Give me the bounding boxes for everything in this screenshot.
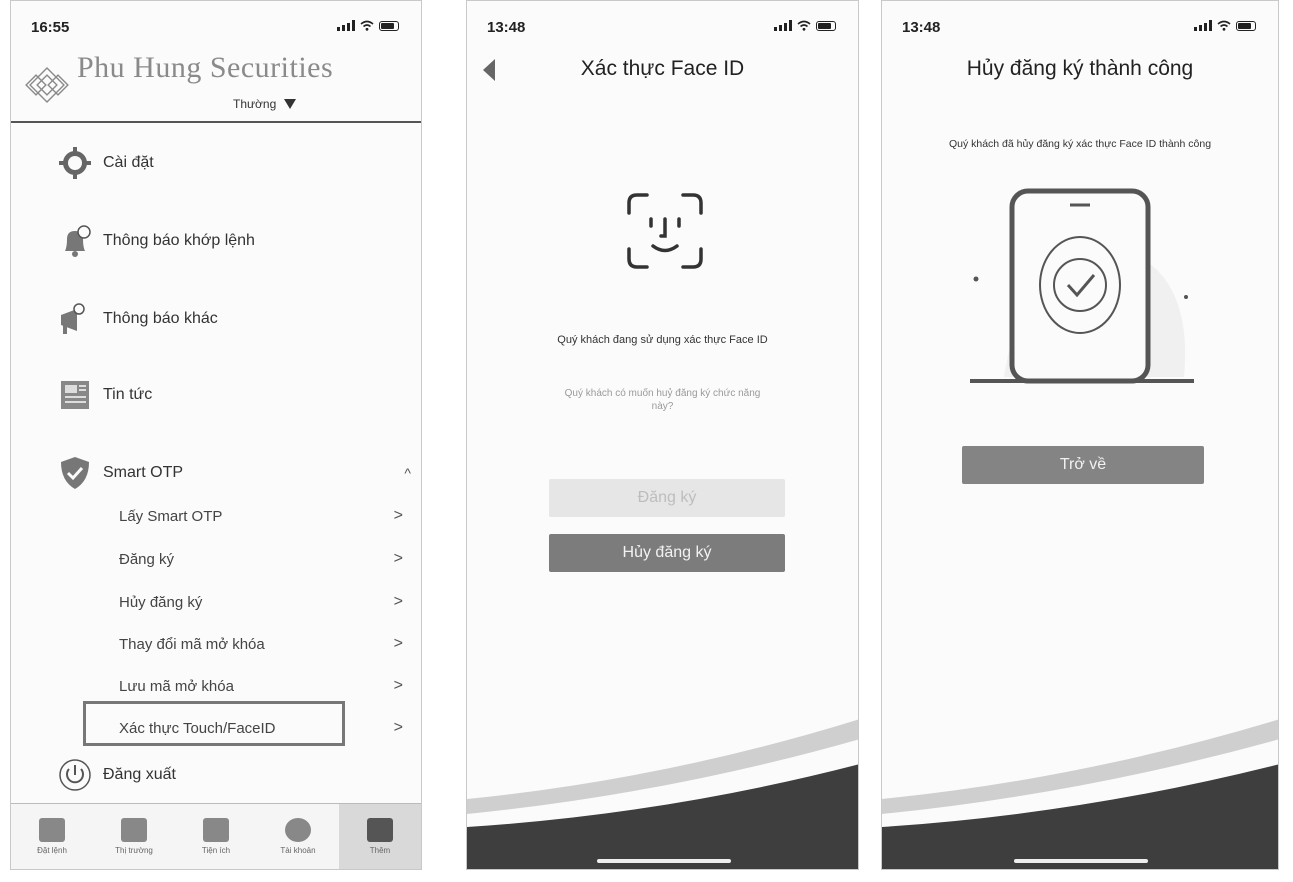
- order-icon: [39, 818, 65, 842]
- chevron-right-icon: >: [393, 593, 403, 610]
- tab-order[interactable]: Đặt lệnh: [11, 804, 93, 869]
- tab-label: Đặt lệnh: [37, 846, 67, 855]
- submenu-label: Đăng ký: [119, 550, 175, 568]
- faceid-screen: 13:48 Xác thực Face ID Quý khách đang sử…: [466, 0, 859, 870]
- bottom-tab-bar: Đặt lệnh Thị trường Tiện ích Tài khoản T…: [11, 803, 421, 869]
- wifi-icon: [360, 20, 374, 31]
- register-button[interactable]: Đăng ký: [549, 479, 785, 517]
- menu-item-label: Thông báo khớp lệnh: [103, 232, 255, 249]
- submenu-label: Lấy Smart OTP: [119, 507, 223, 525]
- chevron-right-icon: >: [393, 507, 403, 524]
- status-indicators: [337, 20, 399, 31]
- status-time: 13:48: [487, 19, 526, 36]
- logout-label: Đăng xuất: [103, 766, 176, 783]
- bell-icon: [55, 221, 95, 261]
- status-bar: 13:48: [882, 1, 1278, 39]
- logout-button[interactable]: Đăng xuất: [55, 753, 176, 797]
- shield-check-icon: [55, 453, 95, 493]
- signal-icon: [1194, 20, 1212, 31]
- menu-item-smart-otp[interactable]: Smart OTP ^: [55, 451, 411, 495]
- status-bar: 16:55: [11, 1, 421, 39]
- menu-item-news[interactable]: Tin tức: [55, 373, 152, 417]
- success-message: Quý khách đã hủy đăng ký xác thực Face I…: [948, 138, 1212, 150]
- submenu-item-get-otp[interactable]: Lấy Smart OTP >: [119, 501, 411, 531]
- market-icon: [121, 818, 147, 842]
- submenu-label: Lưu mã mở khóa: [119, 677, 234, 695]
- submenu-item-change-unlock-code[interactable]: Thay đổi mã mở khóa >: [119, 629, 411, 659]
- phone-check-illustration-icon: [970, 188, 1194, 384]
- account-level-selector[interactable]: Thường: [233, 97, 297, 111]
- logo-icon: [25, 67, 69, 103]
- signal-icon: [337, 20, 355, 31]
- battery-icon: [816, 21, 836, 31]
- tab-utilities[interactable]: Tiện ích: [175, 804, 257, 869]
- wifi-icon: [797, 20, 811, 31]
- page-title: Xác thực Face ID: [580, 57, 745, 80]
- tab-account[interactable]: Tài khoản: [257, 804, 339, 869]
- chevron-right-icon: >: [393, 550, 403, 567]
- submenu-item-unregister[interactable]: Hủy đăng ký >: [119, 587, 411, 617]
- status-time: 13:48: [902, 19, 941, 36]
- highlight-box: [83, 701, 345, 746]
- menu-item-label: Thông báo khác: [103, 310, 218, 327]
- menu-item-order-notifications[interactable]: Thông báo khớp lệnh: [55, 219, 255, 263]
- power-icon: [55, 755, 95, 795]
- decorative-wave: [467, 719, 858, 869]
- collapse-chevron-icon[interactable]: ^: [404, 465, 411, 481]
- status-indicators: [1194, 20, 1256, 31]
- submenu-label: Thay đổi mã mở khóa: [119, 635, 265, 653]
- decorative-wave: [882, 719, 1278, 869]
- menu-screen: 16:55 Phu Hung Securities Thường Cài đặt: [10, 0, 422, 870]
- chevron-right-icon: >: [393, 719, 403, 736]
- dropdown-triangle-icon: [284, 99, 297, 109]
- faceid-icon: [627, 193, 703, 269]
- menu-item-label: Tin tức: [103, 386, 153, 403]
- status-time: 16:55: [31, 19, 70, 36]
- status-indicators: [774, 20, 836, 31]
- more-icon: [367, 818, 393, 842]
- chevron-right-icon: >: [393, 677, 403, 694]
- account-level-label: Thường: [233, 97, 277, 111]
- status-bar: 13:48: [467, 1, 858, 39]
- tab-more[interactable]: Thêm: [339, 804, 421, 869]
- tab-label: Tiện ích: [201, 846, 231, 855]
- submenu-item-save-unlock-code[interactable]: Lưu mã mở khóa >: [119, 671, 411, 701]
- account-icon: [285, 818, 311, 842]
- tab-label: Thị trường: [115, 846, 153, 855]
- signal-icon: [774, 20, 792, 31]
- gear-icon: [55, 143, 95, 183]
- submenu-label: Hủy đăng ký: [119, 593, 203, 611]
- menu-item-settings[interactable]: Cài đặt: [55, 141, 154, 185]
- unregister-button[interactable]: Hủy đăng ký: [549, 534, 785, 572]
- menu-item-other-notifications[interactable]: Thông báo khác: [55, 297, 218, 341]
- faceid-status-message: Quý khách đang sử dụng xác thực Face ID: [557, 334, 768, 346]
- newspaper-icon: [55, 375, 95, 415]
- battery-icon: [379, 21, 399, 31]
- page-title: Hủy đăng ký thành công: [966, 57, 1194, 80]
- return-button[interactable]: Trở về: [962, 446, 1204, 484]
- unregister-question: Quý khách có muốn huỷ đăng ký chức năng …: [564, 388, 761, 412]
- tab-label: Thêm: [369, 846, 391, 855]
- utilities-icon: [203, 818, 229, 842]
- unregister-success-screen: 13:48 Hủy đăng ký thành công Quý khách đ…: [881, 0, 1279, 870]
- wifi-icon: [1217, 20, 1231, 31]
- menu-item-label: Cài đặt: [103, 154, 154, 171]
- tab-label: Tài khoản: [280, 846, 316, 855]
- menu-item-label: Smart OTP: [103, 464, 184, 481]
- brand-header: Phu Hung Securities Thường: [11, 51, 421, 123]
- brand-name: Phu Hung Securities: [77, 51, 334, 84]
- megaphone-icon: [55, 299, 95, 339]
- battery-icon: [1236, 21, 1256, 31]
- submenu-item-register[interactable]: Đăng ký >: [119, 544, 411, 574]
- tab-market[interactable]: Thị trường: [93, 804, 175, 869]
- chevron-right-icon: >: [393, 635, 403, 652]
